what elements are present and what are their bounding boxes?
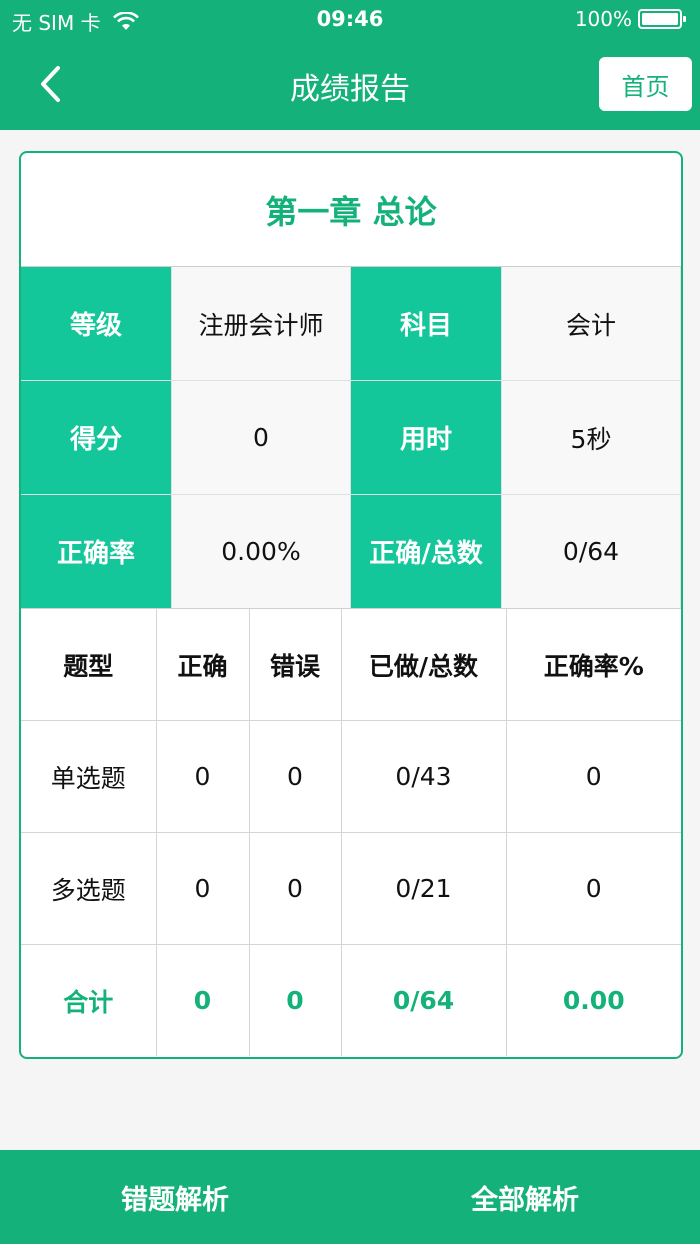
info-value: 0.00%	[171, 495, 351, 608]
info-value: 0/64	[501, 495, 681, 608]
table-cell: 0	[156, 832, 250, 945]
chapter-title: 第一章 总论	[21, 153, 681, 267]
table-cell: 单选题	[21, 720, 157, 833]
info-label: 正确/总数	[351, 495, 501, 608]
info-value: 会计	[501, 267, 681, 380]
table-total-cell: 合计	[21, 944, 157, 1056]
info-row-level: 等级 注册会计师 科目 会计	[21, 267, 681, 381]
table-cell: 0	[506, 832, 681, 945]
table-total-cell: 0/64	[341, 944, 507, 1056]
info-row-accuracy: 正确率 0.00% 正确/总数 0/64	[21, 495, 681, 609]
info-label: 正确率	[21, 495, 171, 608]
table-cell: 0/43	[341, 720, 507, 833]
battery-percent: 100%	[574, 7, 632, 31]
table-cell: 0	[249, 832, 342, 945]
table-cell: 0	[249, 720, 342, 833]
status-bar: 无 SIM 卡 09:46 100%	[0, 0, 700, 38]
table-header-row: 题型 正确 错误 已做/总数 正确率%	[21, 609, 681, 721]
info-label: 科目	[351, 267, 501, 380]
table-cell: 多选题	[21, 832, 157, 945]
table-total-row: 合计 0 0 0/64 0.00	[21, 944, 681, 1056]
info-row-score: 得分 0 用时 5秒	[21, 381, 681, 495]
bottom-bar: 错题解析 全部解析	[0, 1150, 700, 1244]
status-right: 100%	[575, 7, 688, 31]
report-card: 第一章 总论 等级 注册会计师 科目 会计 得分 0 用时 5秒 正确率 0.0…	[19, 151, 683, 1059]
table-cell: 0	[506, 720, 681, 833]
stats-table: 题型 正确 错误 已做/总数 正确率% 单选题 0 0 0/43 0 多选题 0…	[21, 609, 681, 1056]
info-label: 用时	[351, 381, 501, 494]
table-total-cell: 0.00	[562, 986, 625, 1015]
table-cell: 0	[156, 720, 250, 833]
info-grid: 等级 注册会计师 科目 会计 得分 0 用时 5秒 正确率 0.00% 正确/总…	[21, 267, 681, 609]
info-value: 0	[171, 381, 351, 494]
battery-icon	[638, 9, 686, 29]
table-header-cell: 已做/总数	[341, 609, 507, 721]
page-title: 成绩报告	[290, 72, 410, 107]
table-cell: 0/21	[341, 832, 507, 945]
all-analysis-button[interactable]: 全部解析	[350, 1150, 700, 1244]
info-label: 得分	[21, 381, 171, 494]
info-label: 等级	[21, 267, 171, 380]
table-header-cell: 题型	[21, 609, 157, 721]
table-header-cell: 正确率%	[506, 609, 681, 721]
table-row: 多选题 0 0 0/21 0	[21, 832, 681, 945]
table-total-cell: 0	[249, 944, 342, 1056]
table-header-cell: 错误	[249, 609, 342, 721]
home-button[interactable]: 首页	[599, 57, 692, 111]
nav-bar: 成绩报告 首页	[0, 38, 700, 130]
info-value: 5秒	[501, 381, 681, 494]
table-header-cell: 正确	[156, 609, 250, 721]
info-value: 注册会计师	[171, 267, 351, 380]
table-total-cell: 0	[156, 944, 250, 1056]
wrong-analysis-button[interactable]: 错题解析	[0, 1150, 350, 1244]
table-row: 单选题 0 0 0/43 0	[21, 720, 681, 833]
